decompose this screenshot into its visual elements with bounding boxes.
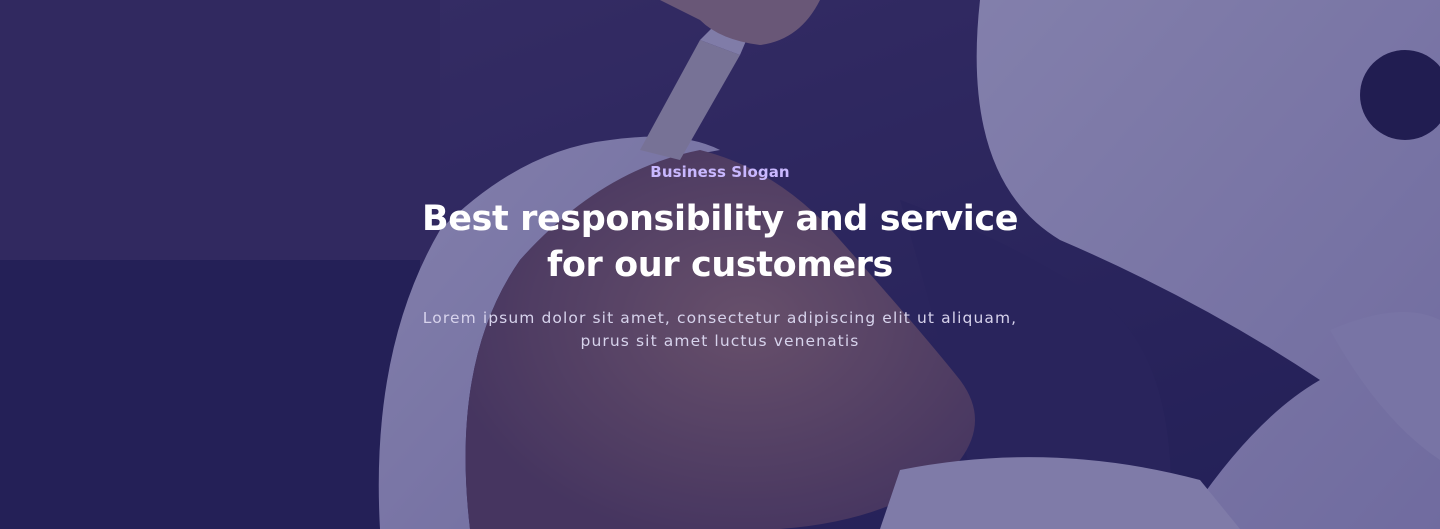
- hero-content: Business Slogan Best responsibility and …: [0, 0, 1440, 529]
- hero-headline: Best responsibility and service for our …: [0, 196, 1440, 288]
- hero-headline-line-1: Best responsibility and service: [421, 199, 1019, 239]
- hero-description-line-1: Lorem ipsum dolor sit amet, consectetur …: [422, 309, 1018, 327]
- hero-description: Lorem ipsum dolor sit amet, consectetur …: [0, 307, 1440, 353]
- hero-headline-line-2: for our customers: [547, 245, 893, 285]
- hero-description-line-2: purus sit amet luctus venenatis: [580, 332, 860, 350]
- hero-slogan: Business Slogan: [650, 163, 790, 181]
- hero-section: Business Slogan Best responsibility and …: [0, 0, 1440, 529]
